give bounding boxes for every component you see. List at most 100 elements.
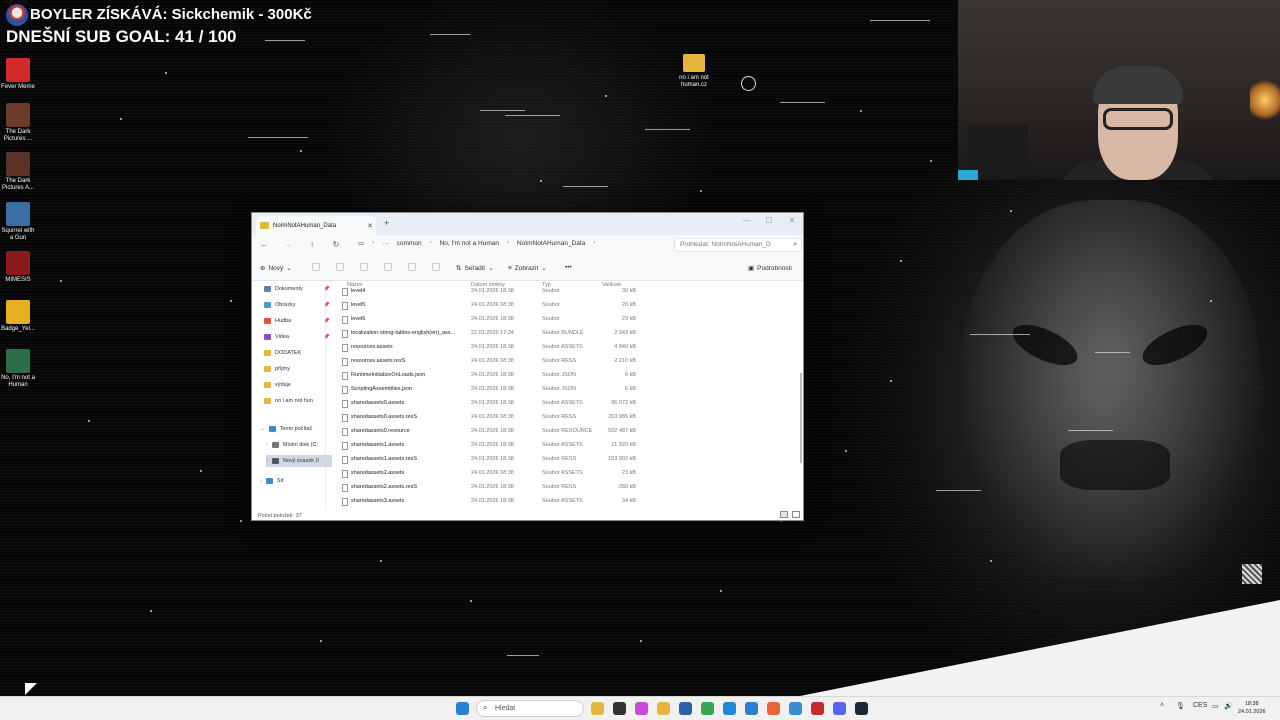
paste-icon[interactable] [360,263,368,271]
task-view-icon[interactable] [613,702,626,715]
sidebar-item[interactable]: Obrázky 📌 [264,299,330,311]
chevron-right-icon[interactable]: › [260,478,262,484]
edge-icon[interactable] [723,702,736,715]
file-row[interactable]: resources.assets 24.01.2026 18:38 Soubor A… [330,341,790,355]
app-red-icon[interactable] [811,702,824,715]
chevron-down-icon[interactable]: ⌄ [260,426,265,432]
gallery-icon[interactable] [789,702,802,715]
breadcrumb-item[interactable]: common [397,240,422,247]
file-row[interactable]: localization-string-tables-english(en)_a… [330,327,790,341]
sidebar-item[interactable]: Hudba 📌 [264,315,330,327]
desktop-folder[interactable]: no i am not human.cz [674,54,714,89]
chevron-right-icon[interactable]: › [266,442,268,448]
sidebar-item[interactable]: › Nový svazek (I [266,455,332,467]
sidebar-item[interactable]: výdaje [264,379,330,391]
desktop-shortcut[interactable]: The Dark Pictures ... [0,103,36,143]
monitor-icon[interactable]: ▭ [358,239,364,247]
firefox-icon[interactable] [767,702,780,715]
desktop-shortcut[interactable]: Fever Meme [0,58,36,91]
desktop-shortcut[interactable]: MIMESIS [0,251,36,284]
folder-icon[interactable] [657,702,670,715]
refresh-icon[interactable]: ↻ [330,240,342,249]
sidebar-item[interactable]: no i am not hun [264,395,330,407]
share-icon[interactable] [408,263,416,271]
shortcut-icon [6,251,30,275]
back-icon[interactable]: ← [258,240,270,249]
breadcrumb-item[interactable]: No, I'm not a Human [440,240,499,247]
desktop-shortcut[interactable]: No, I'm not a Human [0,349,36,389]
cut-icon[interactable] [312,263,320,271]
discord-icon[interactable] [833,702,846,715]
more-options-button[interactable]: ••• [565,264,572,271]
view-button[interactable]: ≡ Zobrazit ⌄ [508,264,547,273]
taskbar-search-input[interactable]: ⌕ Hledat [476,700,584,717]
new-button[interactable]: ⊕ Nový ⌄ [260,264,292,273]
sidebar-item[interactable]: › Síť [260,475,326,487]
sidebar-item[interactable]: ⌄ Tento počítač [260,423,326,435]
delete-icon[interactable] [432,263,440,271]
file-row[interactable]: sharedassets1.assets.resS 24.01.2026 18:3… [330,453,790,467]
glitch-line [870,20,930,21]
tab-close-icon[interactable]: ✕ [364,222,376,230]
copy-icon[interactable] [336,263,344,271]
forward-icon[interactable]: → [282,240,294,249]
sidebar-item-icon [271,458,279,464]
breadcrumb-item[interactable]: NoImNotAHuman_Data [517,240,585,247]
file-row[interactable]: resources.assets.resS 24.01.2026 18:38 Sou… [330,355,790,369]
details-pane-button[interactable]: ▣ Podrobnosti [748,264,792,273]
color-app-icon[interactable] [635,702,648,715]
file-row[interactable]: sharedassets2.assets 24.01.2026 18:38 Soub… [330,467,790,481]
volume-icon[interactable]: 🔊 [1224,702,1233,710]
search-input[interactable]: Prohledat: NoImNotAHuman_D ⌕ [674,238,802,252]
network-icon[interactable]: ▭ [1212,702,1219,710]
file-row[interactable]: sharedassets0.assets.resS 24.01.2026 18:3… [330,411,790,425]
vertical-scrollbar[interactable] [800,373,802,463]
start-windows-icon[interactable] [456,702,469,715]
calculator-icon[interactable] [679,702,692,715]
file-row[interactable]: sharedassets0.resource 24.01.2026 18:38 So… [330,425,790,439]
more-crumbs-icon[interactable]: ··· [382,240,389,247]
app-blue-icon[interactable] [745,702,758,715]
file-size: 6 kB [624,372,636,378]
rename-icon[interactable] [384,263,392,271]
tiles-view-icon[interactable] [792,511,800,518]
sidebar-item[interactable]: příjmy [264,363,330,375]
sidebar-item-label: příjmy [275,366,290,372]
language-indicator[interactable]: CES [1193,702,1207,709]
file-row[interactable]: sharedassets2.assets.resS 24.01.2026 18:3… [330,481,790,495]
sidebar-item[interactable]: Dokumenty 📌 [264,283,330,295]
webcam-person-cap [1093,66,1183,104]
file-explorer-icon[interactable] [591,702,604,715]
file-row[interactable]: sharedassets3.assets 24.01.2026 18:38 Soub… [330,495,790,509]
file-row[interactable]: level4 24.01.2026 18:38 Soubor 30 kB [330,285,790,299]
close-icon[interactable]: ✕ [781,216,803,225]
chevron-up-icon[interactable]: ˄ [1160,702,1164,709]
navigation-pane: Dokumenty 📌 Obrázky 📌 Hudba 📌 Videa 📌 DODATEK pří… [252,281,332,509]
file-row[interactable]: sharedassets0.assets 24.01.2026 18:38 Soub… [330,397,790,411]
sort-button[interactable]: ⇅ Seřadit ⌄ [456,264,494,273]
new-tab-icon[interactable]: + [384,218,389,228]
sidebar-item[interactable]: Videa 📌 [264,331,330,343]
sidebar-item[interactable]: › Místní disk (C: [266,439,332,451]
chevron-right-icon[interactable]: › [266,458,268,464]
details-view-icon[interactable] [780,511,788,518]
tab-noimnotahuman-data[interactable]: NoImNotAHuman_Data ✕ [256,216,376,235]
clock[interactable]: 18:38 24.01.2026 [1238,700,1266,716]
steam-icon[interactable] [855,702,868,715]
desktop-shortcut[interactable]: The Dark Pictures A... [0,152,36,192]
star-dot [860,110,862,112]
desktop-shortcut[interactable]: Squirrel with a Gun [0,202,36,242]
desktop-shortcut[interactable]: Badge_Yel... [0,300,36,333]
chrome-icon[interactable] [701,702,714,715]
file-row[interactable]: RuntimeInitializeOnLoads.json 24.01.2026 … [330,369,790,383]
microphone-icon[interactable]: 🎙 [1176,702,1185,710]
file-row[interactable]: sharedassets1.assets 24.01.2026 18:38 Soub… [330,439,790,453]
minimize-icon[interactable]: — [736,216,758,225]
chevron-down-icon: ⌄ [488,265,494,272]
sidebar-item[interactable]: DODATEK [264,347,330,359]
file-row[interactable]: level5 24.01.2026 18:38 Soubor 28 kB [330,299,790,313]
file-row[interactable]: level6 24.01.2026 18:38 Soubor 29 kB [330,313,790,327]
file-row[interactable]: ScriptingAssemblies.json 24.01.2026 18:38… [330,383,790,397]
maximize-icon[interactable]: ☐ [758,216,780,225]
up-icon[interactable]: ↑ [306,240,318,249]
